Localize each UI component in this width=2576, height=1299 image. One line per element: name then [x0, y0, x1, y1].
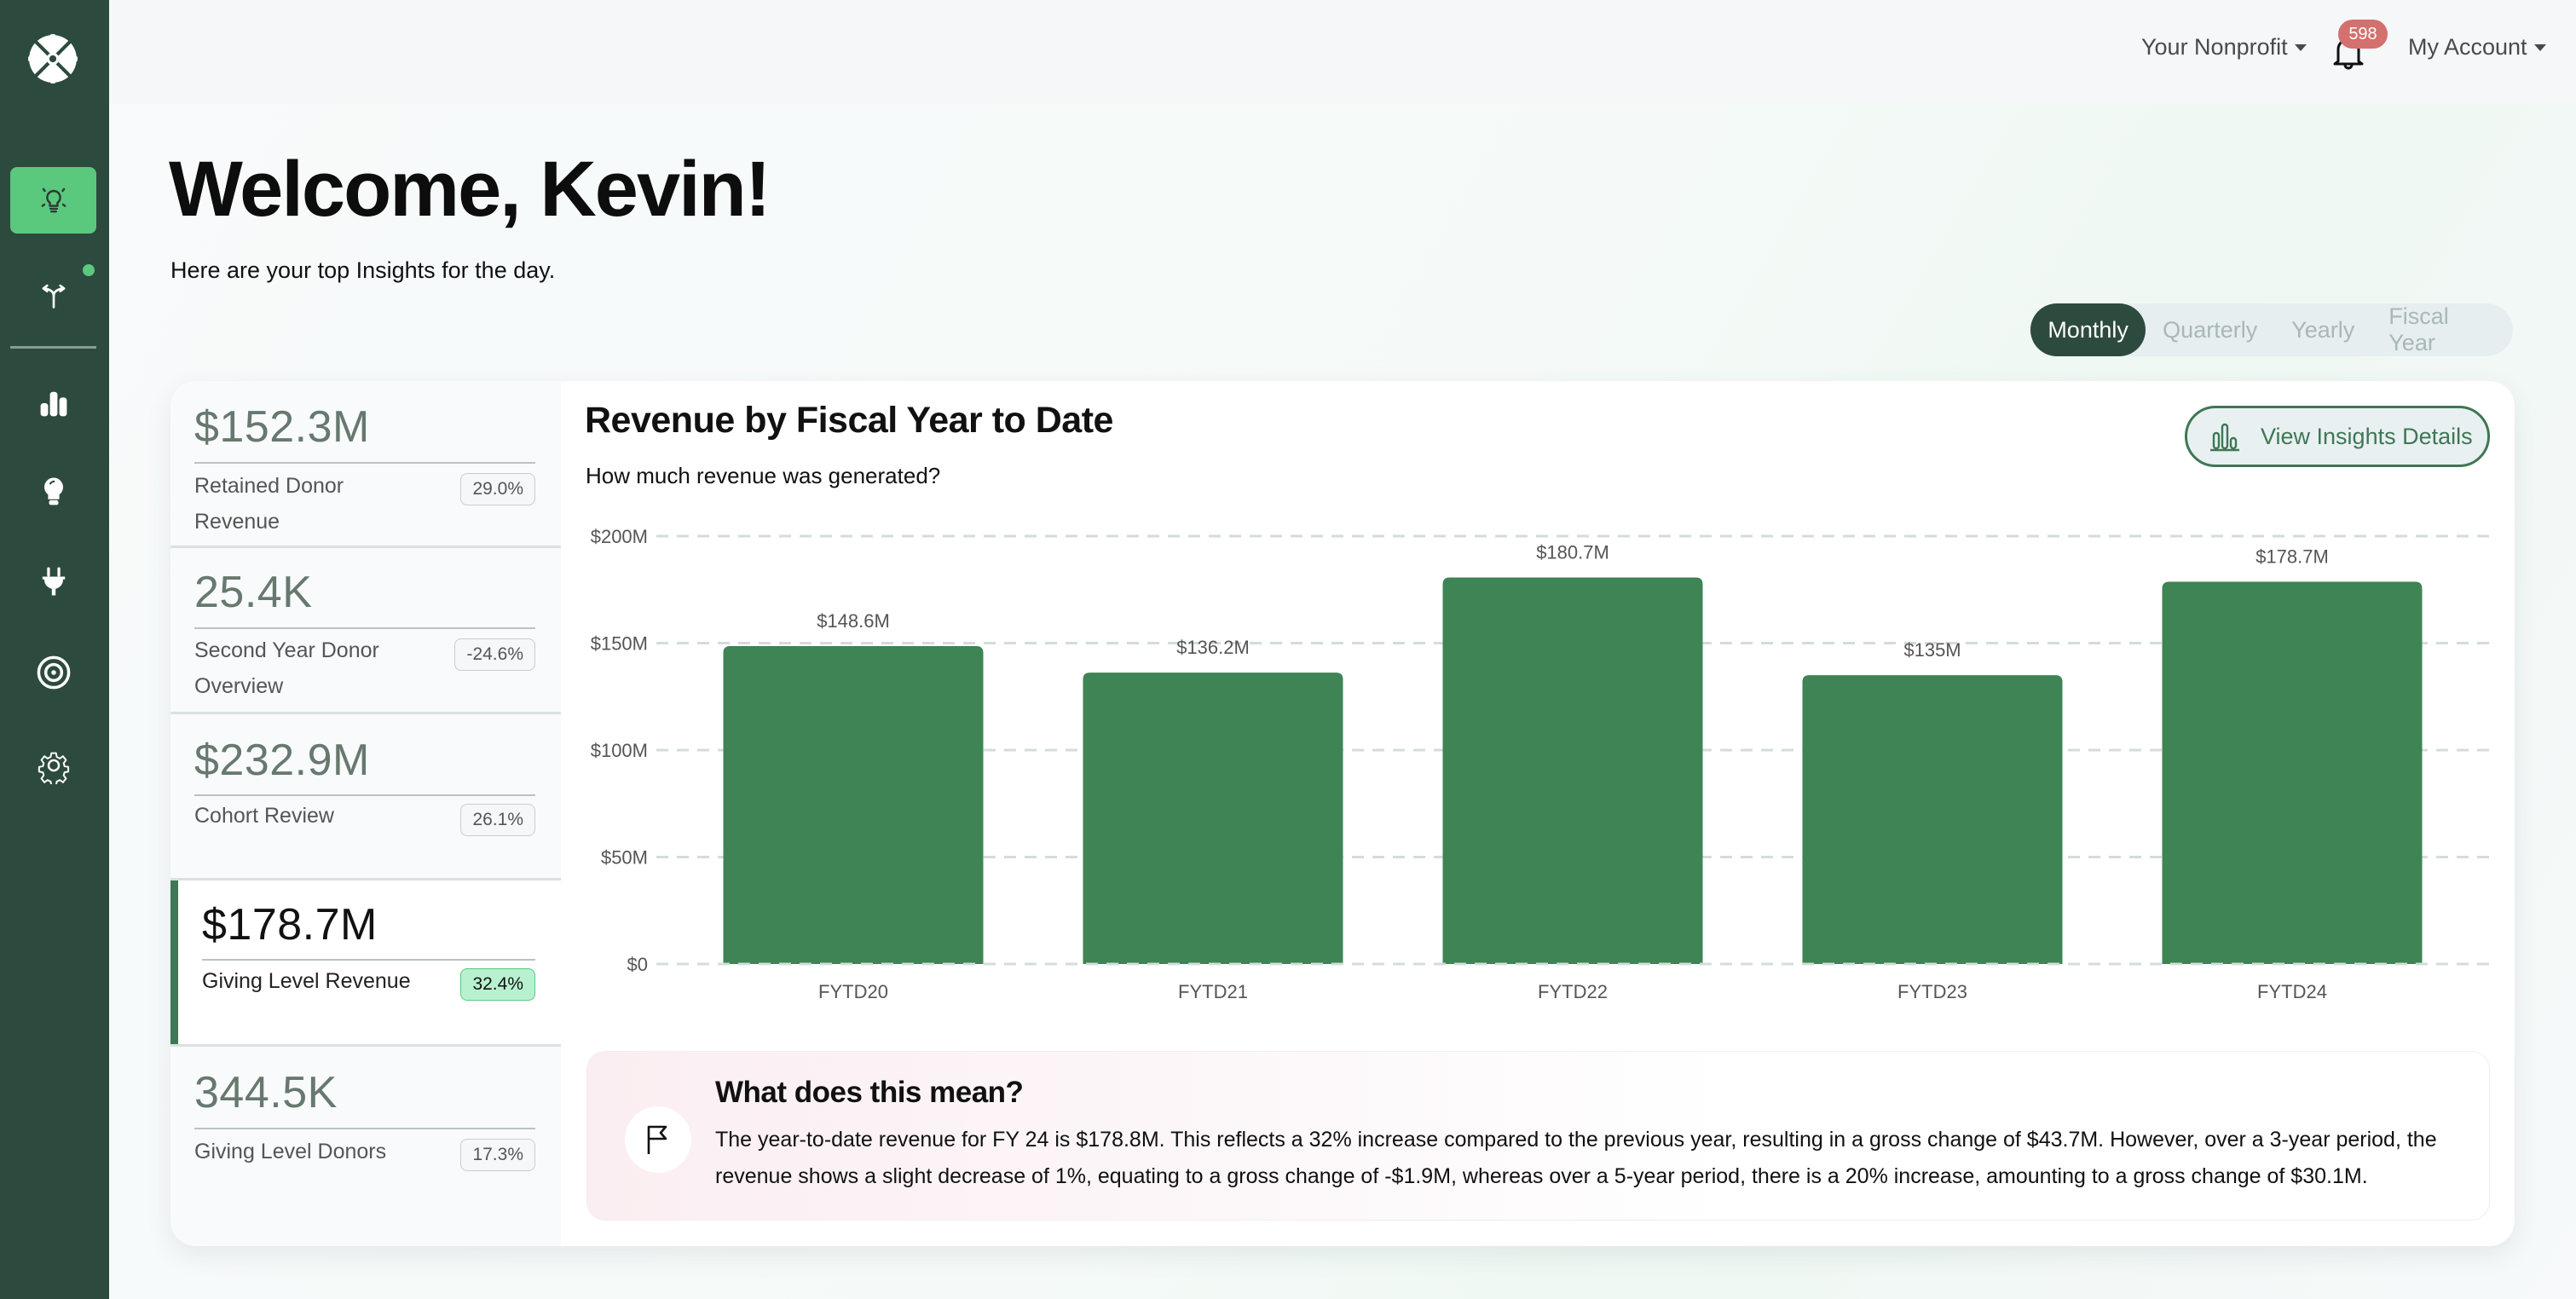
view-insights-details-label: View Insights Details — [2261, 423, 2473, 449]
notification-count-badge: 598 — [2338, 20, 2388, 49]
kpi-label: Cohort Review — [194, 804, 334, 828]
page-title: Welcome, Kevin! — [169, 146, 771, 233]
kpi-divider — [194, 462, 535, 464]
lightbulb-filled-icon — [43, 477, 63, 505]
sidebar-item-reports[interactable] — [10, 370, 96, 436]
organization-menu-label: Your Nonprofit — [2141, 34, 2288, 60]
kpi-cohort-review[interactable]: $232.9M Cohort Review 26.1% — [170, 714, 561, 880]
kpi-divider — [194, 627, 535, 629]
snowflake-logo-icon[interactable] — [26, 32, 79, 85]
kpi-value: $178.7M — [202, 900, 378, 950]
lightbulb-outline-icon — [41, 188, 66, 213]
kpi-label: Giving Level Revenue — [202, 969, 411, 993]
kpi-change-badge: 32.4% — [460, 968, 535, 1001]
view-insights-details-button[interactable]: View Insights Details — [2185, 406, 2490, 467]
kpi-value: 25.4K — [194, 568, 313, 617]
kpi-second-year-donor-overview[interactable]: 25.4K Second Year Donor Overview -24.6% — [170, 548, 561, 714]
target-icon — [37, 655, 70, 690]
chevron-down-icon — [2533, 43, 2546, 51]
sidebar-item-insights[interactable] — [10, 167, 96, 234]
chevron-down-icon — [2294, 43, 2307, 51]
sidebar — [0, 0, 109, 1299]
revenue-bar-chart: $0 $50M $100M $150M $200M $148.6M FYTD20 $136.2… — [591, 526, 2489, 1002]
chart-subtitle: How much revenue was generated? — [586, 463, 941, 488]
kpi-label: Retained Donor Revenue — [194, 474, 344, 534]
toggle-monthly[interactable]: Monthly — [2030, 303, 2146, 356]
account-menu-label: My Account — [2408, 34, 2527, 60]
sidebar-item-ideas[interactable] — [10, 459, 96, 525]
notification-dot — [83, 264, 95, 276]
kpi-list: $152.3M Retained Donor Revenue 29.0% 25.… — [170, 381, 561, 1246]
kpi-change-badge: -24.6% — [454, 638, 535, 671]
bar-value-label: $180.7M — [1536, 541, 1609, 563]
bar — [1802, 675, 2063, 964]
period-toggle: Monthly Quarterly Yearly Fiscal Year — [2030, 303, 2513, 356]
y-tick-label: $100M — [591, 740, 648, 761]
toggle-fiscal-year[interactable]: Fiscal Year — [2371, 303, 2513, 356]
bar — [723, 646, 984, 964]
toggle-quarterly[interactable]: Quarterly — [2146, 303, 2274, 356]
y-tick-label: $50M — [601, 847, 648, 869]
y-tick-label: $150M — [591, 633, 648, 655]
kpi-divider — [194, 1128, 535, 1129]
insight-title: What does this mean? — [715, 1076, 1024, 1109]
kpi-value: $152.3M — [194, 402, 370, 452]
kpi-divider — [202, 959, 535, 961]
bar-value-label: $148.6M — [817, 610, 890, 632]
x-tick-label: FYTD23 — [1897, 981, 1967, 1002]
split-arrows-icon — [42, 284, 65, 309]
kpi-giving-level-revenue[interactable]: $178.7M Giving Level Revenue 32.4% — [170, 880, 561, 1047]
bar-chart-outline-icon — [2210, 423, 2239, 452]
bar-value-label: $135M — [1903, 639, 1961, 661]
bar — [2162, 581, 2423, 964]
x-tick-label: FYTD20 — [818, 981, 888, 1002]
kpi-retained-donor-revenue[interactable]: $152.3M Retained Donor Revenue 29.0% — [170, 381, 561, 548]
kpi-divider — [194, 794, 535, 796]
kpi-change-badge: 17.3% — [460, 1139, 535, 1171]
organization-menu[interactable]: Your Nonprofit — [2141, 34, 2307, 61]
insights-card: $152.3M Retained Donor Revenue 29.0% 25.… — [170, 381, 2515, 1246]
x-tick-label: FYTD21 — [1178, 981, 1248, 1002]
y-tick-label: $200M — [591, 526, 648, 547]
bar-chart-icon — [40, 391, 66, 417]
chart-title: Revenue by Fiscal Year to Date — [585, 400, 1113, 441]
kpi-change-badge: 29.0% — [460, 473, 535, 505]
sidebar-item-integrations[interactable] — [10, 548, 96, 615]
page-subtitle: Here are your top Insights for the day. — [170, 257, 556, 283]
x-tick-label: FYTD24 — [2257, 981, 2327, 1002]
x-tick-label: FYTD22 — [1538, 981, 1608, 1002]
kpi-label: Giving Level Donors — [194, 1140, 387, 1163]
sidebar-divider — [10, 346, 96, 349]
insight-explanation: What does this mean? The year-to-date re… — [586, 1051, 2490, 1221]
kpi-label: Second Year Donor Overview — [194, 638, 379, 698]
kpi-value: 344.5K — [194, 1068, 338, 1117]
flag-icon — [647, 1125, 667, 1154]
insight-text: The year-to-date revenue for FY 24 is $1… — [715, 1128, 2437, 1188]
plug-icon — [42, 567, 65, 596]
bar — [1083, 673, 1343, 964]
y-tick-label: $0 — [627, 954, 648, 975]
bar — [1442, 577, 1703, 964]
flag-icon-container — [625, 1106, 691, 1173]
kpi-change-badge: 26.1% — [460, 804, 535, 836]
gear-icon — [38, 752, 69, 784]
bar-value-label: $136.2M — [1176, 637, 1250, 658]
sidebar-item-settings[interactable] — [10, 732, 96, 799]
bar-value-label: $178.7M — [2255, 546, 2329, 567]
sidebar-item-goals[interactable] — [10, 639, 96, 706]
account-menu[interactable]: My Account — [2408, 34, 2546, 61]
kpi-giving-level-donors[interactable]: 344.5K Giving Level Donors 17.3% — [170, 1047, 561, 1246]
kpi-value: $232.9M — [194, 736, 370, 785]
toggle-yearly[interactable]: Yearly — [2274, 303, 2371, 356]
